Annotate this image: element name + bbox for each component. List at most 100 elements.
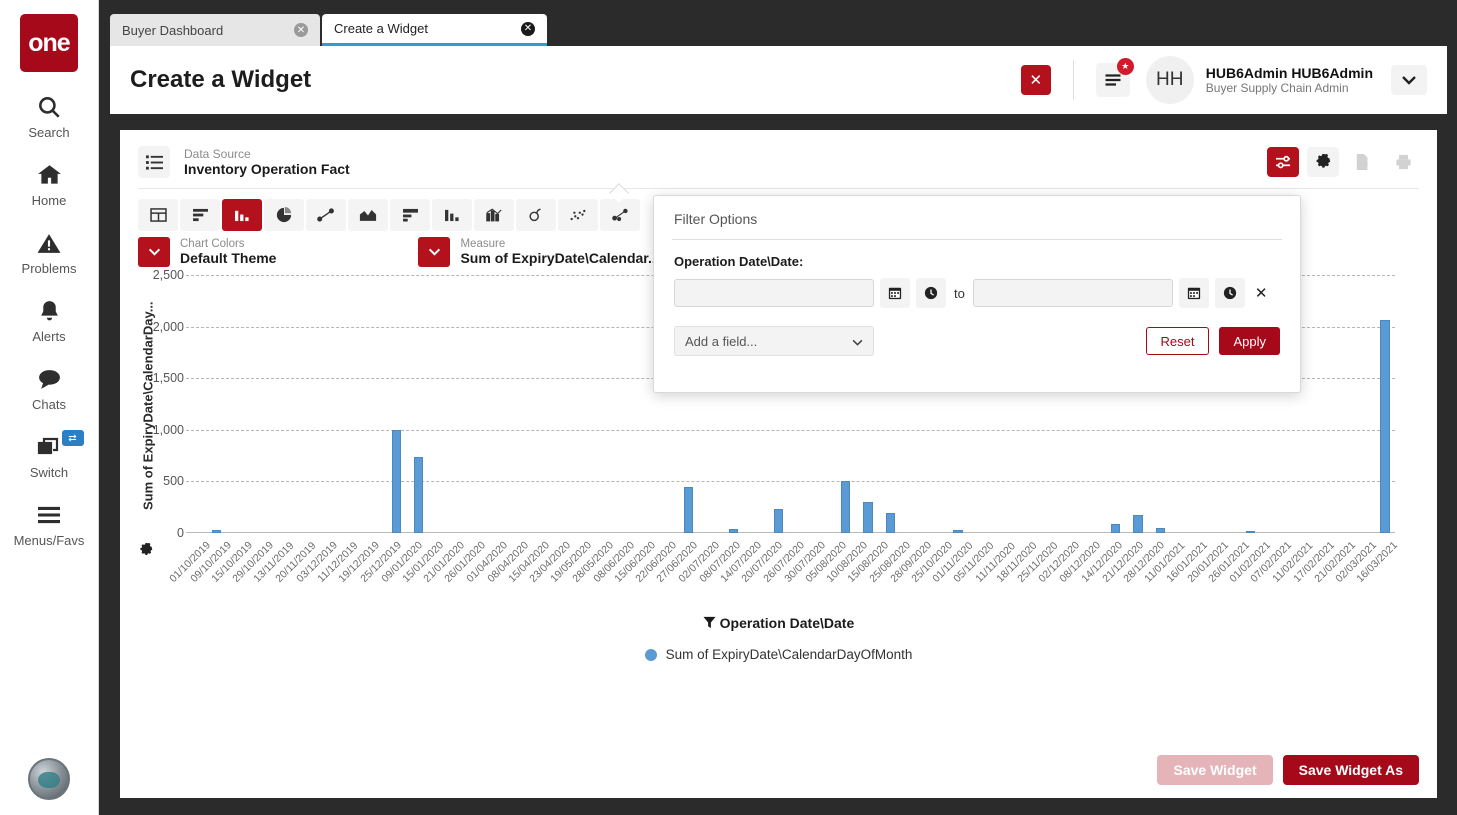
chart-bar[interactable] (211, 529, 222, 533)
chart-bar[interactable] (391, 429, 401, 533)
add-field-select[interactable]: Add a field... (674, 326, 874, 356)
data-source-label: Data Source (184, 147, 251, 161)
chart-bar[interactable] (863, 502, 873, 533)
tab-strip: Buyer Dashboard ✕ Create a Widget ✕ (110, 14, 1447, 46)
sidebar-item-label: Home (31, 193, 67, 208)
to-separator-label: to (954, 285, 965, 301)
chart-bar[interactable] (885, 512, 896, 533)
sidebar-item-home[interactable]: Home (0, 160, 99, 208)
search-icon (36, 92, 62, 122)
chart-bar[interactable] (413, 456, 424, 533)
data-source-row: Data Source Inventory Operation Fact (120, 130, 1437, 188)
calendar-icon[interactable] (1178, 278, 1209, 308)
export-button (1347, 147, 1379, 177)
close-icon[interactable]: ✕ (521, 21, 535, 36)
hamburger-icon (35, 500, 63, 530)
grouped-column-icon[interactable] (432, 199, 472, 231)
user-menu-button[interactable] (1391, 65, 1427, 95)
chart-colors-text: Chart Colors Default Theme (180, 238, 276, 266)
chart-colors-value: Default Theme (180, 250, 277, 266)
filter-icon (703, 615, 720, 631)
globe-avatar-icon[interactable] (28, 758, 70, 800)
donut-icon[interactable] (516, 199, 556, 231)
star-badge-icon: ★ (1116, 58, 1134, 75)
hbar-icon[interactable] (180, 199, 220, 231)
sidebar-item-menus-favs[interactable]: Menus/Favs (0, 500, 99, 548)
scatter-icon[interactable] (558, 199, 598, 231)
chart-bar[interactable] (1133, 515, 1143, 533)
legend-color-dot (644, 648, 657, 661)
chart-bar[interactable] (953, 529, 963, 533)
divider (1072, 60, 1074, 100)
sidebar-item-label: Alerts (32, 329, 66, 344)
chevron-down-icon[interactable] (138, 237, 170, 267)
page-title: Create a Widget (130, 66, 312, 93)
area-icon[interactable] (348, 199, 388, 231)
bell-icon (37, 296, 62, 326)
chart-colors-label: Chart Colors (180, 238, 245, 250)
filter-actions-row: Add a field... Reset Apply (674, 326, 1280, 356)
settings-button[interactable] (1307, 147, 1339, 177)
switch-icon (36, 432, 62, 462)
sidebar-item-search[interactable]: Search (0, 92, 99, 140)
add-field-placeholder: Add a field... (685, 333, 758, 349)
sidebar-item-chats[interactable]: Chats (0, 364, 99, 412)
chat-icon (36, 364, 63, 394)
save-widget-as-button[interactable]: Save Widget As (1282, 755, 1419, 785)
close-page-button[interactable]: ✕ (1020, 65, 1051, 95)
measure-value: Sum of ExpiryDate\Calendar... (460, 250, 660, 266)
bubble-icon[interactable] (600, 199, 640, 231)
combo-icon[interactable] (474, 199, 514, 231)
date-from-input[interactable] (674, 279, 874, 307)
line-icon[interactable] (306, 199, 346, 231)
measure-text: Measure Sum of ExpiryDate\Calendar... (460, 238, 659, 266)
chart-bar[interactable] (773, 508, 783, 533)
calendar-icon[interactable] (880, 278, 910, 308)
sidebar-item-label: Search (28, 125, 70, 140)
date-to-input[interactable] (972, 279, 1173, 307)
notifications-menu-button[interactable]: ★ (1095, 58, 1134, 97)
chart-bar[interactable] (840, 480, 851, 533)
user-name: HUB6Admin HUB6Admin (1205, 65, 1373, 81)
chart-colors-selector[interactable]: Chart Colors Default Theme (138, 237, 276, 267)
sidebar: one Search Home Problems Alerts Chats ⇄ … (0, 0, 99, 815)
clear-filter-icon[interactable]: ✕ (1255, 284, 1268, 302)
data-source-text: Data Source Inventory Operation Fact (184, 147, 350, 177)
chart-bar[interactable] (1245, 530, 1255, 533)
data-source-value: Inventory Operation Fact (184, 161, 350, 177)
chart-bar[interactable] (1380, 320, 1390, 533)
chart-bar[interactable] (1155, 528, 1166, 533)
close-icon[interactable]: ✕ (294, 23, 308, 37)
save-widget-button: Save Widget (1157, 755, 1273, 785)
filter-popup-title: Filter Options (674, 211, 758, 227)
apply-button[interactable]: Apply (1219, 327, 1280, 355)
stacked-bar-icon[interactable] (390, 199, 430, 231)
clock-icon[interactable] (1214, 278, 1245, 308)
tab-create-a-widget[interactable]: Create a Widget ✕ (322, 14, 547, 46)
list-icon (138, 146, 170, 178)
sidebar-item-alerts[interactable]: Alerts (0, 296, 99, 344)
chart-bar[interactable] (683, 486, 694, 533)
switch-badge-icon[interactable]: ⇄ (61, 430, 84, 446)
avatar[interactable]: HH (1145, 56, 1194, 104)
sidebar-item-label: Switch (29, 465, 69, 480)
sidebar-item-switch[interactable]: ⇄ Switch (0, 430, 99, 480)
app-logo[interactable]: one (20, 14, 78, 72)
chart-bar[interactable] (1110, 523, 1121, 533)
column-icon[interactable] (222, 199, 262, 231)
filter-popup-body: Operation Date\Date: to ✕ Add a field...… (654, 240, 1300, 356)
filter-options-button[interactable] (1267, 147, 1299, 177)
chart-bar[interactable] (728, 528, 739, 533)
table-icon[interactable] (138, 199, 178, 231)
x-axis-title: Operation Date\Date (138, 615, 1419, 631)
clock-icon[interactable] (916, 278, 946, 308)
chart-legend: Sum of ExpiryDate\CalendarDayOfMonth (138, 647, 1419, 662)
y-axis-settings-icon[interactable] (139, 542, 153, 562)
x-axis-labels: 01/10/2019 09/10/2019 15/10/2019 29/10/2019… (167, 539, 1400, 609)
pie-icon[interactable] (264, 199, 304, 231)
reset-button[interactable]: Reset (1145, 327, 1210, 355)
chevron-down-icon[interactable] (418, 237, 451, 267)
user-info: HUB6Admin HUB6Admin Buyer Supply Chain A… (1206, 65, 1373, 95)
tab-buyer-dashboard[interactable]: Buyer Dashboard ✕ (110, 14, 320, 46)
sidebar-item-problems[interactable]: Problems (0, 228, 99, 276)
